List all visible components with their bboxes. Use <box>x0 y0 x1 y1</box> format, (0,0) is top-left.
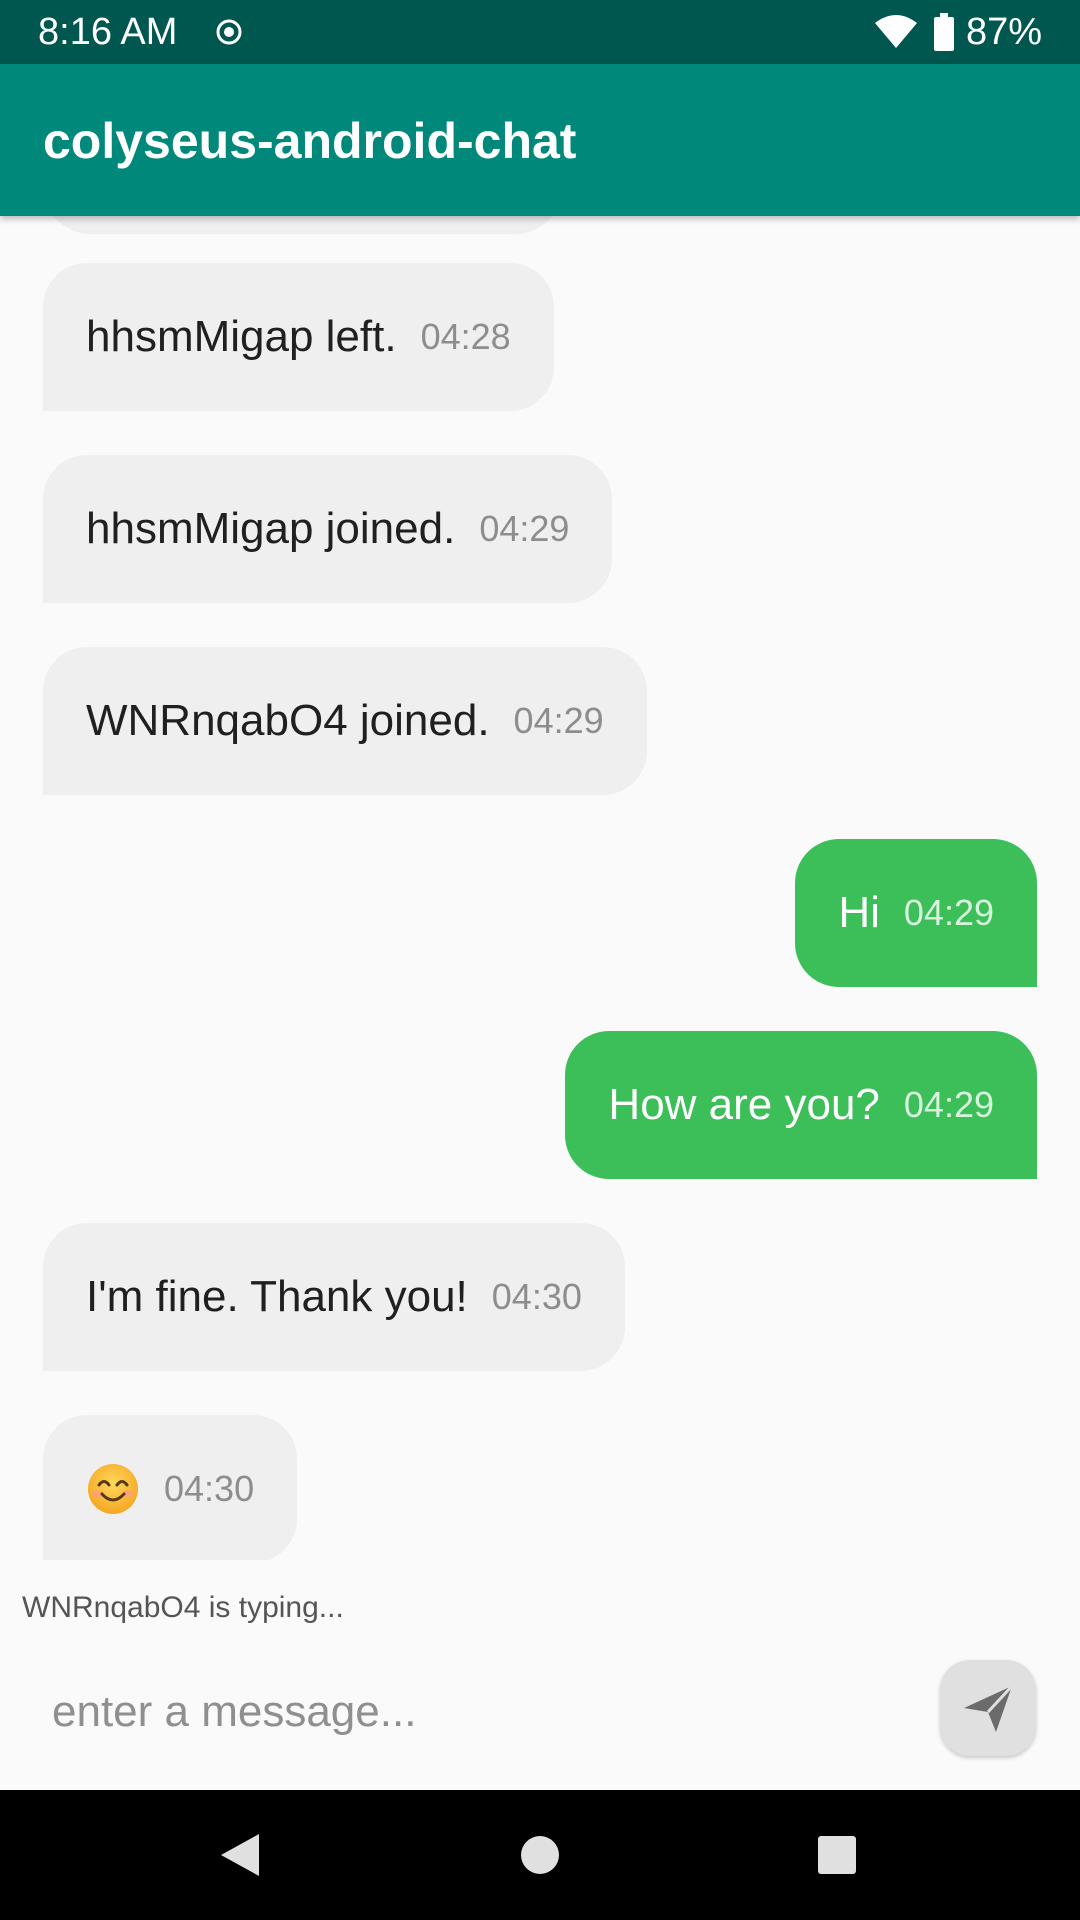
message-text: hhsmMigap joined. <box>86 504 456 553</box>
message-bubble-outgoing[interactable]: How are you? 04:29 <box>565 1031 1037 1179</box>
message-bubble-incoming[interactable]: I'm fine. Thank you! 04:30 <box>43 1223 625 1371</box>
message-bubble-incoming[interactable]: WNRnqabO4 joined. 04:29 <box>43 647 647 795</box>
target-icon <box>216 19 242 45</box>
recents-button[interactable] <box>807 1825 867 1885</box>
status-bar: 8:16 AM 87% <box>0 0 1080 64</box>
message-input[interactable] <box>52 1680 912 1744</box>
message-bubble-incoming[interactable]: hhsmMigap left. 04:28 <box>43 263 554 411</box>
message-text: Hi <box>838 888 880 937</box>
message-text: hhsmMigap left. <box>86 312 397 361</box>
message-bubble-incoming[interactable]: hhsmMigap joined. 04:29 <box>43 455 613 603</box>
message-text: WNRnqabO4 joined. <box>86 696 490 745</box>
back-button[interactable] <box>210 1825 270 1885</box>
battery-icon <box>933 13 954 51</box>
app-title: colyseus-android-chat <box>43 113 577 169</box>
partial-message-bubble <box>43 216 563 234</box>
home-button[interactable] <box>510 1825 570 1885</box>
message-list[interactable]: hhsmMigap left. 04:28 hhsmMigap joined. … <box>0 216 1080 1560</box>
smiling-face-emoji-icon <box>88 1464 138 1514</box>
home-icon <box>521 1836 559 1874</box>
message-bubble-outgoing[interactable]: Hi 04:29 <box>795 839 1037 987</box>
message-time: 04:29 <box>513 700 604 741</box>
app-bar: colyseus-android-chat <box>0 64 1080 216</box>
recents-icon <box>818 1836 856 1874</box>
message-time: 04:28 <box>420 316 511 357</box>
message-bubble-incoming[interactable]: 04:30 <box>43 1415 298 1560</box>
battery-percentage: 87% <box>965 11 1042 53</box>
status-time: 8:16 AM <box>38 11 178 53</box>
wifi-icon <box>874 15 917 48</box>
message-time: 04:30 <box>491 1276 582 1317</box>
send-icon <box>964 1684 1014 1732</box>
chat-screen: 8:16 AM 87% colyseus-android-chat hhsmMi… <box>0 0 1080 1920</box>
message-time: 04:29 <box>479 508 570 549</box>
message-time: 04:29 <box>903 1084 994 1125</box>
message-time: 04:30 <box>164 1468 255 1509</box>
typing-indicator: WNRnqabO4 is typing... <box>22 1591 344 1624</box>
status-indicators: 87% <box>874 11 1042 53</box>
message-time: 04:29 <box>903 892 994 933</box>
navigation-bar <box>0 1790 1080 1920</box>
message-text: I'm fine. Thank you! <box>86 1272 468 1321</box>
send-button[interactable] <box>940 1660 1036 1756</box>
message-text: How are you? <box>608 1080 880 1129</box>
back-icon <box>221 1834 259 1876</box>
